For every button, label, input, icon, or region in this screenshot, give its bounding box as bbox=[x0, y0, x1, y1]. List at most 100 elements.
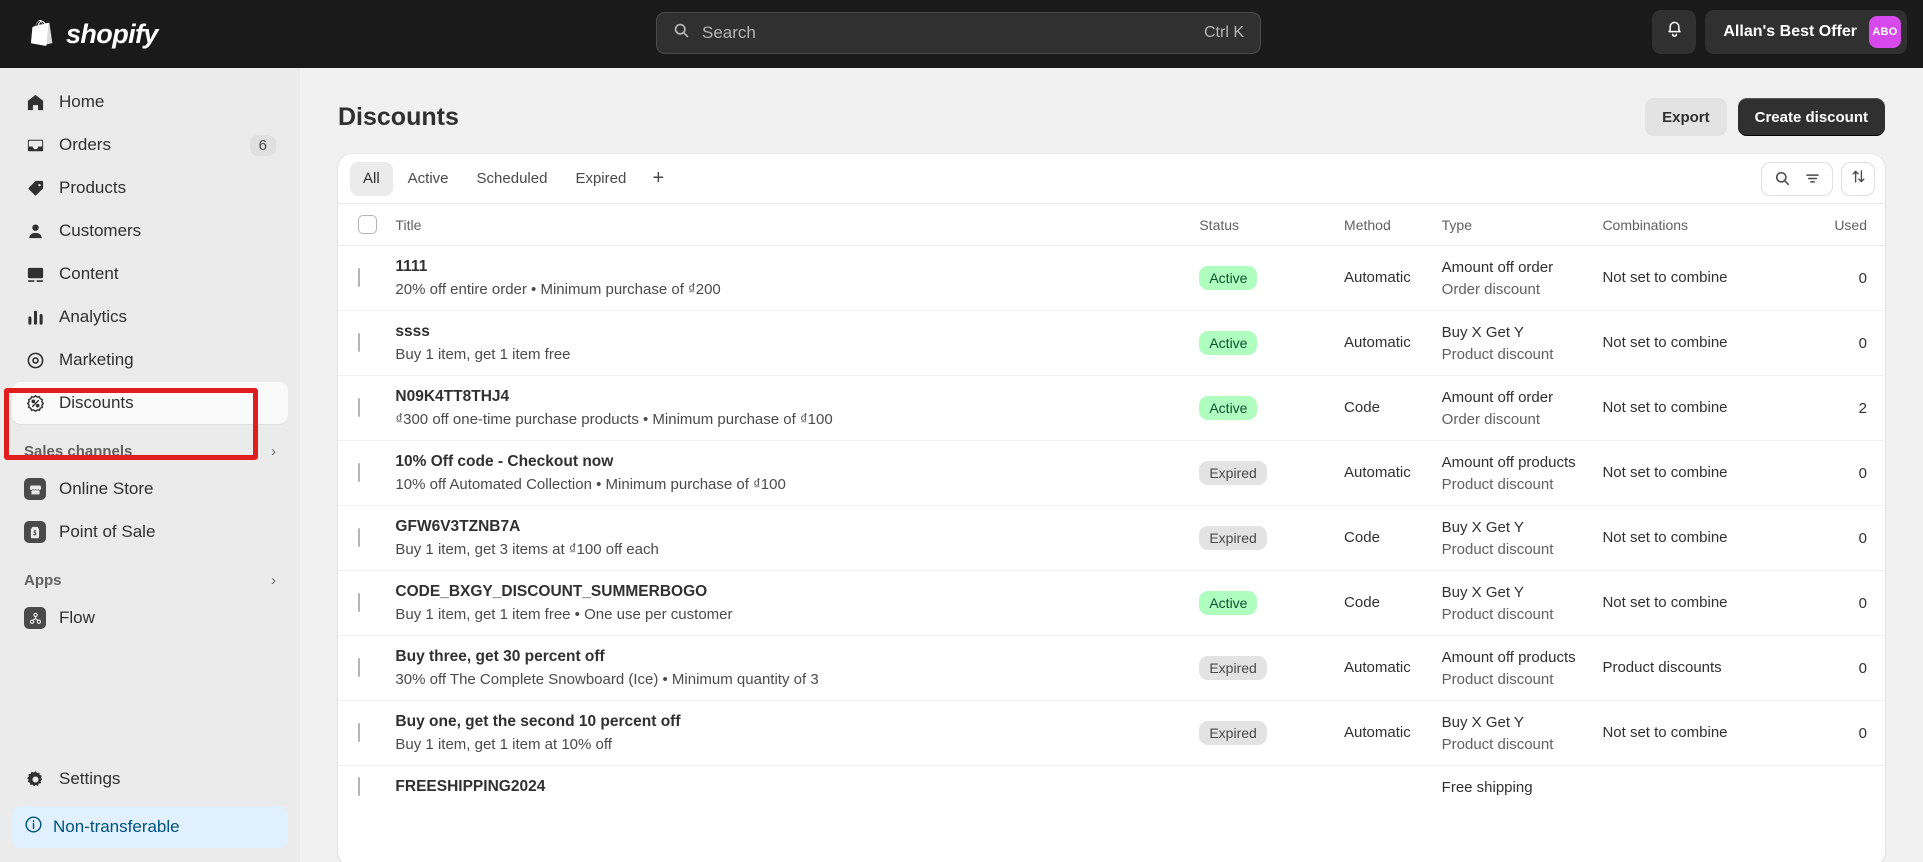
row-type-sub: Product discount bbox=[1442, 606, 1603, 623]
row-checkbox[interactable] bbox=[358, 268, 360, 287]
search-icon[interactable] bbox=[1768, 165, 1796, 193]
row-status-cell: Active bbox=[1199, 311, 1344, 376]
select-all-checkbox[interactable] bbox=[358, 215, 377, 234]
row-checkbox[interactable] bbox=[358, 723, 360, 742]
tabs-bar: All Active Scheduled Expired + bbox=[338, 154, 1885, 204]
row-type-sub: Product discount bbox=[1442, 736, 1603, 753]
row-used-cell: 0 bbox=[1821, 636, 1885, 701]
row-method: Code bbox=[1344, 594, 1380, 611]
table-row[interactable]: Buy one, get the second 10 percent offBu… bbox=[338, 701, 1885, 766]
sidebar-label: Online Store bbox=[59, 479, 276, 499]
orders-icon bbox=[24, 134, 46, 156]
table-row[interactable]: CODE_BXGY_DISCOUNT_SUMMERBOGOBuy 1 item,… bbox=[338, 571, 1885, 636]
table-row[interactable]: 111120% off entire order • Minimum purch… bbox=[338, 246, 1885, 311]
header-combinations[interactable]: Combinations bbox=[1602, 204, 1820, 246]
sidebar-section-apps[interactable]: Apps › bbox=[24, 567, 276, 593]
tab-scheduled[interactable]: Scheduled bbox=[464, 162, 561, 196]
status-badge: Expired bbox=[1199, 656, 1266, 680]
row-checkbox[interactable] bbox=[358, 658, 360, 677]
status-badge: Active bbox=[1199, 591, 1257, 615]
sidebar-item-customers[interactable]: Customers bbox=[12, 210, 288, 252]
create-discount-button[interactable]: Create discount bbox=[1738, 98, 1885, 136]
sidebar-item-marketing[interactable]: Marketing bbox=[12, 339, 288, 381]
row-title[interactable]: FREESHIPPING2024 bbox=[395, 778, 1199, 796]
row-combinations-cell: Not set to combine bbox=[1602, 246, 1820, 311]
tab-expired[interactable]: Expired bbox=[562, 162, 639, 196]
status-badge: Expired bbox=[1199, 461, 1266, 485]
row-type-sub: Product discount bbox=[1442, 476, 1603, 493]
sidebar-section-sales-channels[interactable]: Sales channels › bbox=[24, 438, 276, 464]
header-method[interactable]: Method bbox=[1344, 204, 1442, 246]
table-row[interactable]: ssss Buy 1 item, get 1 item free Active A… bbox=[338, 311, 1885, 376]
sidebar-label: Home bbox=[59, 92, 276, 112]
online-store-icon bbox=[24, 478, 46, 500]
sidebar-item-flow[interactable]: Flow bbox=[12, 597, 288, 639]
customers-icon bbox=[24, 220, 46, 242]
row-title[interactable]: GFW6V3TZNB7A bbox=[395, 518, 1199, 536]
row-title[interactable]: Buy one, get the second 10 percent off bbox=[395, 713, 1199, 731]
row-type-cell: Free shipping bbox=[1442, 766, 1603, 809]
point-of-sale-icon bbox=[24, 521, 46, 543]
search-input[interactable]: Search Ctrl K bbox=[656, 12, 1261, 54]
row-method: Automatic bbox=[1344, 724, 1411, 741]
row-type-cell: Buy X Get YProduct discount bbox=[1442, 311, 1603, 376]
table-row[interactable]: GFW6V3TZNB7ABuy 1 item, get 3 items at ₫… bbox=[338, 506, 1885, 571]
row-combinations-cell: Not set to combine bbox=[1602, 506, 1820, 571]
non-transferable-banner[interactable]: Non-transferable bbox=[12, 806, 288, 848]
sidebar-item-online-store[interactable]: Online Store bbox=[12, 468, 288, 510]
row-title-cell: Buy three, get 30 percent off30% off The… bbox=[395, 636, 1199, 701]
row-checkbox[interactable] bbox=[358, 593, 360, 612]
row-type-sub: Product discount bbox=[1442, 346, 1603, 363]
account-button[interactable]: Allan's Best Offer ABO bbox=[1705, 10, 1907, 54]
header-used[interactable]: Used bbox=[1821, 204, 1885, 246]
row-method: Automatic bbox=[1344, 334, 1411, 351]
table-row[interactable]: FREESHIPPING2024 Free shipping bbox=[338, 766, 1885, 809]
sidebar-item-orders[interactable]: Orders 6 bbox=[12, 124, 288, 166]
top-bar-right: Allan's Best Offer ABO bbox=[1652, 10, 1907, 54]
row-method: Code bbox=[1344, 399, 1380, 416]
export-button[interactable]: Export bbox=[1645, 98, 1727, 136]
sidebar-label: Point of Sale bbox=[59, 522, 276, 542]
row-checkbox[interactable] bbox=[358, 398, 360, 417]
sidebar-item-analytics[interactable]: Analytics bbox=[12, 296, 288, 338]
sidebar-item-settings[interactable]: Settings bbox=[12, 758, 288, 800]
sidebar-item-home[interactable]: Home bbox=[12, 81, 288, 123]
sidebar-label: Settings bbox=[59, 769, 276, 789]
row-checkbox[interactable] bbox=[358, 777, 360, 796]
table-row[interactable]: Buy three, get 30 percent off30% off The… bbox=[338, 636, 1885, 701]
sidebar-item-products[interactable]: Products bbox=[12, 167, 288, 209]
row-title[interactable]: CODE_BXGY_DISCOUNT_SUMMERBOGO bbox=[395, 583, 1199, 601]
row-method-cell: Code bbox=[1344, 506, 1442, 571]
section-title: Sales channels bbox=[24, 443, 271, 460]
sort-button[interactable] bbox=[1841, 162, 1875, 196]
filter-icon[interactable] bbox=[1798, 165, 1826, 193]
row-type: Buy X Get Y bbox=[1442, 519, 1603, 536]
sidebar-item-point-of-sale[interactable]: Point of Sale bbox=[12, 511, 288, 553]
header-title[interactable]: Title bbox=[395, 204, 1199, 246]
sidebar-item-content[interactable]: Content bbox=[12, 253, 288, 295]
tab-all[interactable]: All bbox=[350, 162, 393, 196]
notifications-button[interactable] bbox=[1652, 10, 1696, 54]
row-title[interactable]: Buy three, get 30 percent off bbox=[395, 648, 1199, 666]
table-row[interactable]: N09K4TT8THJ4₫300 off one-time purchase p… bbox=[338, 376, 1885, 441]
shopify-logo[interactable]: shopify bbox=[30, 19, 250, 50]
row-title[interactable]: 10% Off code - Checkout now bbox=[395, 453, 1199, 471]
header-status[interactable]: Status bbox=[1199, 204, 1344, 246]
page-scrollbar-gutter[interactable] bbox=[1915, 68, 1923, 862]
row-checkbox[interactable] bbox=[358, 463, 360, 482]
header-type[interactable]: Type bbox=[1442, 204, 1603, 246]
add-view-button[interactable]: + bbox=[641, 162, 675, 196]
row-title[interactable]: N09K4TT8THJ4 bbox=[395, 388, 1199, 406]
row-select-cell bbox=[338, 376, 395, 441]
row-checkbox[interactable] bbox=[358, 528, 360, 547]
row-title[interactable]: 1111 bbox=[395, 258, 1199, 276]
row-checkbox[interactable] bbox=[358, 333, 360, 352]
row-title[interactable]: ssss bbox=[395, 323, 1199, 341]
global-search[interactable]: Search Ctrl K bbox=[656, 12, 1261, 54]
search-and-filter-group[interactable] bbox=[1761, 162, 1833, 196]
row-title-cell: Buy one, get the second 10 percent offBu… bbox=[395, 701, 1199, 766]
table-row[interactable]: 10% Off code - Checkout now10% off Autom… bbox=[338, 441, 1885, 506]
sidebar-item-discounts[interactable]: Discounts bbox=[12, 382, 288, 424]
tab-active[interactable]: Active bbox=[395, 162, 462, 196]
row-subtitle: Buy 1 item, get 1 item free bbox=[395, 346, 1199, 363]
